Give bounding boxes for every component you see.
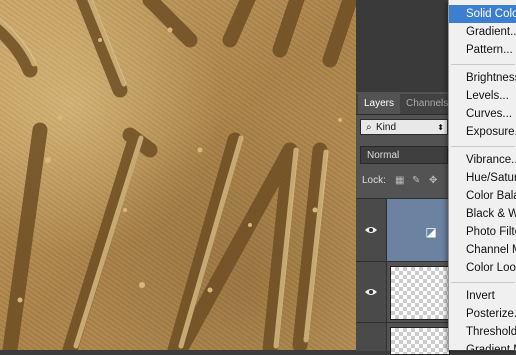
menu-item-channel-mixer[interactable]: Channel Mixer... <box>449 241 516 259</box>
menu-item-vibrance[interactable]: Vibrance... <box>449 151 516 169</box>
menu-item-exposure[interactable]: Exposure... <box>449 123 516 141</box>
layer-filter-select[interactable]: ⌕ Kind ⬍ <box>360 119 448 135</box>
layer-thumbnail <box>390 266 450 320</box>
visibility-column <box>356 262 387 322</box>
blend-mode-select[interactable]: Normal <box>360 146 448 164</box>
tab-layers[interactable]: Layers <box>358 94 401 114</box>
layer-thumbnail <box>390 327 450 355</box>
menu-item-levels[interactable]: Levels... <box>449 87 516 105</box>
eye-icon[interactable] <box>365 226 377 234</box>
menu-item-pattern[interactable]: Pattern... <box>449 41 516 59</box>
menu-item-curves[interactable]: Curves... <box>449 105 516 123</box>
chevron-updown-icon: ⬍ <box>437 123 444 132</box>
menu-item-gradient[interactable]: Gradient... <box>449 23 516 41</box>
lock-label: Lock: <box>362 175 386 186</box>
panel-top-area <box>356 0 448 92</box>
visibility-column <box>356 323 387 351</box>
menu-item-black-white[interactable]: Black & White... <box>449 205 516 223</box>
menu-item-brightness-contrast[interactable]: Brightness/Contrast... <box>449 69 516 87</box>
eye-icon[interactable] <box>365 288 377 296</box>
adjustment-layer-menu: Solid Color... Gradient... Pattern... Br… <box>448 0 516 350</box>
menu-separator <box>451 64 515 65</box>
menu-item-gradient-map[interactable]: Gradient Map... <box>449 341 516 350</box>
menu-separator <box>451 146 515 147</box>
move-icon[interactable]: ✥ <box>429 176 439 186</box>
search-icon: ⌕ <box>366 122 372 133</box>
visibility-column <box>356 199 387 261</box>
menu-separator <box>451 282 515 283</box>
menu-item-invert[interactable]: Invert <box>449 287 516 305</box>
menu-item-posterize[interactable]: Posterize... <box>449 305 516 323</box>
adjustment-layer-icon: ◪ <box>425 225 437 239</box>
tab-channels[interactable]: Channels <box>400 94 454 114</box>
brush-icon[interactable]: ✎ <box>412 176 422 186</box>
layer-filter-label: Kind <box>376 122 397 133</box>
sand-lettering-artwork <box>0 0 356 350</box>
menu-item-color-lookup[interactable]: Color Lookup... <box>449 259 516 277</box>
menu-item-color-balance[interactable]: Color Balance... <box>449 187 516 205</box>
sand-text-canvas <box>0 0 356 350</box>
menu-item-hue-saturation[interactable]: Hue/Saturation... <box>449 169 516 187</box>
lock-row: Lock: ▦ ✎ ✥ <box>362 175 437 186</box>
lock-pixels-icon[interactable]: ▦ <box>395 176 405 186</box>
menu-item-solid-color[interactable]: Solid Color... <box>449 5 516 23</box>
menu-item-threshold[interactable]: Threshold... <box>449 323 516 341</box>
menu-item-photo-filter[interactable]: Photo Filter... <box>449 223 516 241</box>
